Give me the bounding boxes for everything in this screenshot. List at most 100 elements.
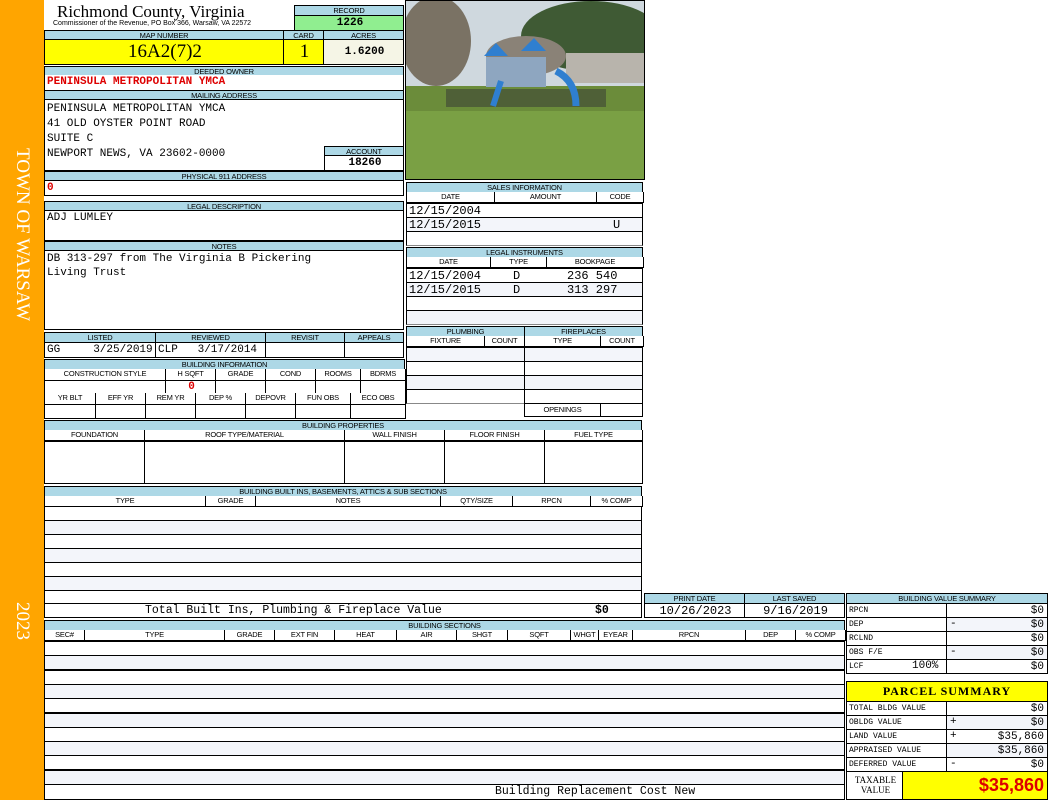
builtin-row[interactable]	[44, 520, 642, 535]
building-info-cell[interactable]	[44, 404, 96, 419]
sections-col-header: EXT FIN	[274, 630, 335, 641]
owner-name: PENINSULA METROPOLITAN YMCA	[44, 75, 404, 90]
sales-col-header: CODE	[596, 192, 644, 203]
openings-value[interactable]	[600, 403, 643, 417]
replacement-cost-label: Building Replacement Cost New	[495, 785, 696, 798]
building-info-cell[interactable]	[350, 404, 406, 419]
plumbing-row[interactable]	[406, 389, 525, 404]
section-row[interactable]	[44, 712, 845, 728]
property-cell[interactable]	[144, 441, 345, 484]
tax-year: 2023	[12, 602, 33, 640]
sections-col-header: SQFT	[507, 630, 571, 641]
section-row[interactable]	[44, 669, 845, 685]
instrument-date: 12/15/2015	[409, 283, 482, 297]
plumbing-col-header: COUNT	[484, 336, 525, 347]
plumbing-row[interactable]	[406, 347, 525, 362]
card-number: 1	[283, 39, 324, 65]
sections-col-header: TYPE	[84, 630, 225, 641]
instrument-date: 12/15/2004	[409, 269, 482, 283]
section-row[interactable]	[44, 683, 845, 699]
notes: DB 313-297 from The Virginia B Pickering…	[44, 250, 404, 330]
building-info-cell[interactable]	[44, 380, 166, 394]
appeals-value	[344, 342, 404, 358]
plumbing-row[interactable]	[406, 375, 525, 390]
acres-value: 1.6200	[323, 39, 404, 65]
instrument-row[interactable]: 12/15/2015 D 313 297	[406, 282, 643, 297]
sections-col-header: GRADE	[224, 630, 275, 641]
summary-value: $0	[946, 659, 1048, 674]
summary-operator: -	[950, 758, 957, 770]
sales-row[interactable]: 12/15/2015 U	[406, 217, 643, 232]
property-cell[interactable]	[344, 441, 445, 484]
sales-col-header: AMOUNT	[494, 192, 597, 203]
builtin-row[interactable]	[44, 576, 642, 591]
summary-label: RPCN	[846, 603, 947, 618]
taxable-label: TAXABLE VALUE	[846, 771, 903, 800]
summary-operator: +	[950, 730, 957, 742]
properties-col-header: FUEL TYPE	[544, 430, 643, 441]
summary-value: $0	[946, 631, 1048, 646]
building-info-cell[interactable]	[360, 380, 406, 394]
builtin-row[interactable]	[44, 562, 642, 577]
builtin-row[interactable]	[44, 534, 642, 549]
fireplace-row[interactable]	[524, 347, 643, 362]
building-info-cell[interactable]	[145, 404, 196, 419]
sale-code: U	[613, 218, 621, 232]
instruments-col-header: BOOKPAGE	[546, 257, 644, 268]
county-subtitle: Commissioner of the Revenue, PO Box 366,…	[53, 20, 252, 27]
section-row[interactable]	[44, 726, 845, 742]
summary-label: LAND VALUE	[846, 729, 947, 744]
property-cell[interactable]	[444, 441, 545, 484]
sales-row[interactable]	[406, 231, 643, 246]
building-info-cell[interactable]	[295, 404, 351, 419]
sections-col-header: AIR	[396, 630, 457, 641]
sales-col-header: DATE	[406, 192, 495, 203]
builtin-row[interactable]	[44, 506, 642, 521]
properties-col-header: FLOOR FINISH	[444, 430, 545, 441]
summary-value: $0	[946, 715, 1048, 730]
building-info-cell[interactable]	[245, 404, 296, 419]
building-info-cell[interactable]	[195, 404, 246, 419]
instrument-row[interactable]	[406, 310, 643, 325]
address-line: PENINSULA METROPOLITAN YMCA	[47, 103, 226, 115]
instrument-type: D	[513, 269, 521, 283]
building-info-cell[interactable]	[215, 380, 266, 394]
fireplace-row[interactable]	[524, 389, 643, 404]
fireplaces-col-header: TYPE	[524, 336, 601, 347]
building-info-cell[interactable]	[95, 404, 146, 419]
sections-col-header: EYEAR	[598, 630, 633, 641]
instruments-col-header: TYPE	[490, 257, 547, 268]
property-cell[interactable]	[44, 441, 145, 484]
sections-col-header: WHGT	[570, 630, 599, 641]
building-info-cell[interactable]	[315, 380, 361, 394]
plumbing-row[interactable]	[406, 361, 525, 376]
hsqft-value: 0	[188, 381, 195, 393]
section-row[interactable]	[44, 741, 845, 757]
section-row[interactable]	[44, 769, 845, 785]
property-cell[interactable]	[544, 441, 643, 484]
instrument-bookpage: 236 540	[567, 269, 618, 283]
fireplaces-col-header: COUNT	[600, 336, 644, 347]
plumbing-col-header: FIXTURE	[406, 336, 485, 347]
section-row[interactable]	[44, 698, 845, 714]
section-row[interactable]	[44, 755, 845, 771]
sales-row[interactable]: 12/15/2004	[406, 203, 643, 218]
fireplace-row[interactable]	[524, 375, 643, 390]
record-value: 1226	[294, 15, 404, 31]
sections-col-header: % COMP	[795, 630, 846, 641]
instrument-row[interactable]	[406, 296, 643, 311]
sections-col-header: HEAT	[334, 630, 397, 641]
account-value: 18260	[324, 155, 404, 171]
fireplace-row[interactable]	[524, 361, 643, 376]
builtin-row[interactable]	[44, 548, 642, 563]
town-name: TOWN OF WARSAW	[12, 148, 33, 322]
address-line: 41 OLD OYSTER POINT ROAD	[47, 118, 206, 130]
summary-label: OBS F/E	[846, 645, 947, 660]
building-info-cell[interactable]	[265, 380, 316, 394]
summary-label: OBLDG VALUE	[846, 715, 947, 730]
section-row[interactable]	[44, 655, 845, 671]
instruments-col-header: DATE	[406, 257, 491, 268]
lcf-percent: 100%	[912, 660, 939, 672]
instrument-row[interactable]: 12/15/2004 D 236 540	[406, 268, 643, 283]
section-row[interactable]	[44, 641, 845, 656]
